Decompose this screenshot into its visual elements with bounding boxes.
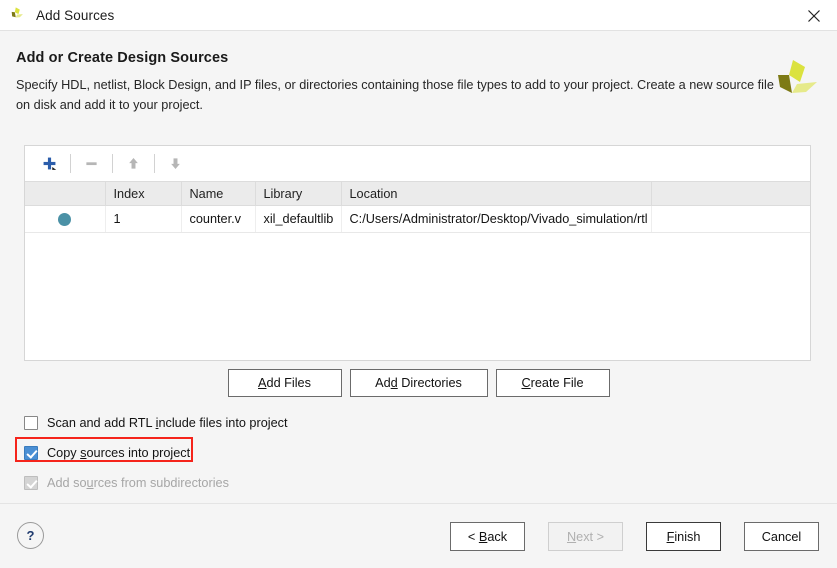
next-label: Next > bbox=[566, 529, 605, 544]
table-row[interactable]: 1 counter.v xil_defaultlib C:/Users/Admi… bbox=[25, 205, 810, 233]
window-title-bar: Add Sources bbox=[0, 0, 837, 31]
add-directories-button[interactable]: Add Directories bbox=[349, 369, 488, 397]
sources-table: Index Name Library Location 1 counter.v … bbox=[25, 181, 810, 233]
cell-location: C:/Users/Administrator/Desktop/Vivado_si… bbox=[341, 205, 652, 233]
add-files-button[interactable]: Add Files bbox=[227, 369, 342, 397]
cell-index: 1 bbox=[105, 205, 182, 233]
cancel-label: Cancel bbox=[761, 529, 802, 544]
option-add-subdirectories: Add sources from subdirectories bbox=[24, 471, 444, 495]
add-files-label: Add Files bbox=[258, 376, 311, 390]
column-header-filler bbox=[651, 181, 810, 206]
cell-library[interactable]: xil_defaultlib bbox=[255, 205, 342, 233]
column-header-library[interactable]: Library bbox=[255, 181, 342, 206]
create-file-label: Create File bbox=[521, 376, 584, 390]
page-title: Add or Create Design Sources bbox=[16, 50, 229, 66]
help-button[interactable]: ? bbox=[17, 522, 44, 549]
dialog-header: Add or Create Design Sources Specify HDL… bbox=[0, 31, 837, 121]
option-label-copy-sources: Copy sources into project bbox=[47, 446, 191, 460]
toolbar-separator bbox=[154, 154, 155, 173]
table-header-row: Index Name Library Location bbox=[25, 181, 810, 206]
plus-icon[interactable] bbox=[36, 151, 63, 177]
cell-filler bbox=[651, 205, 810, 233]
add-directories-label: Add Directories bbox=[375, 376, 462, 390]
next-button: Next > bbox=[548, 522, 623, 551]
arrow-down-icon[interactable] bbox=[162, 151, 189, 177]
back-label: < Back bbox=[467, 529, 508, 544]
vivado-logo-icon bbox=[778, 60, 817, 93]
wizard-navigation-buttons: < Back Next > Finish Cancel bbox=[450, 522, 819, 551]
close-icon[interactable] bbox=[791, 0, 837, 31]
source-options-group: Scan and add RTL include files into proj… bbox=[24, 411, 444, 501]
selection-dot-icon bbox=[58, 213, 72, 227]
vivado-logo-icon bbox=[11, 7, 23, 18]
finish-button[interactable]: Finish bbox=[646, 522, 721, 551]
cancel-button[interactable]: Cancel bbox=[744, 522, 819, 551]
row-selection-indicator[interactable] bbox=[25, 205, 106, 233]
arrow-up-icon[interactable] bbox=[120, 151, 147, 177]
source-action-buttons: Add Files Add Directories Create File bbox=[0, 369, 837, 397]
cell-name: counter.v bbox=[181, 205, 256, 233]
column-header-location[interactable]: Location bbox=[341, 181, 652, 206]
window-title: Add Sources bbox=[36, 7, 115, 23]
option-label-scan-rtl-include: Scan and add RTL include files into proj… bbox=[47, 416, 288, 430]
column-header-selection[interactable] bbox=[25, 181, 106, 206]
column-header-index[interactable]: Index bbox=[105, 181, 182, 206]
option-scan-rtl-include[interactable]: Scan and add RTL include files into proj… bbox=[24, 411, 444, 435]
page-description: Specify HDL, netlist, Block Design, and … bbox=[16, 78, 774, 112]
option-copy-sources[interactable]: Copy sources into project bbox=[24, 441, 444, 465]
finish-label: Finish bbox=[666, 529, 701, 544]
minus-icon[interactable] bbox=[78, 151, 105, 177]
sources-toolbar bbox=[25, 146, 810, 181]
sources-list-panel: Index Name Library Location 1 counter.v … bbox=[24, 145, 811, 361]
checkbox-add-subdirectories bbox=[24, 476, 38, 490]
toolbar-separator bbox=[112, 154, 113, 173]
create-file-button[interactable]: Create File bbox=[495, 369, 610, 397]
back-button[interactable]: < Back bbox=[450, 522, 525, 551]
checkbox-scan-rtl-include[interactable] bbox=[24, 416, 38, 430]
toolbar-separator bbox=[70, 154, 71, 173]
checkbox-copy-sources[interactable] bbox=[24, 446, 38, 460]
footer-separator bbox=[0, 503, 837, 504]
option-label-add-subdirectories: Add sources from subdirectories bbox=[47, 476, 229, 490]
column-header-name[interactable]: Name bbox=[181, 181, 256, 206]
